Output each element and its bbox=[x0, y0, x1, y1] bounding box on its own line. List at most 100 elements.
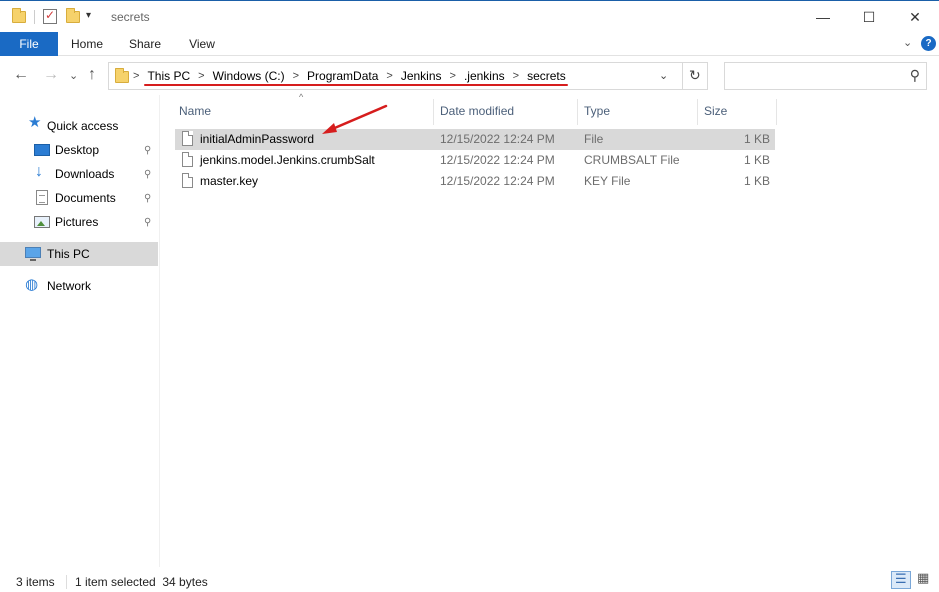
file-list: ^ Name Date modified Type Size initialAd… bbox=[161, 92, 939, 567]
breadcrumb-jenkins[interactable]: Jenkins bbox=[401, 69, 442, 83]
status-bar: 3 items 1 item selected 34 bytes bbox=[0, 567, 939, 592]
file-name: jenkins.model.Jenkins.crumbSalt bbox=[200, 153, 375, 167]
file-date: 12/15/2022 12:24 PM bbox=[440, 153, 555, 167]
column-divider[interactable] bbox=[577, 99, 578, 125]
sidebar-item-network[interactable]: ◍ Network bbox=[0, 274, 158, 298]
customize-quick-access-icon[interactable]: ▾ bbox=[86, 10, 91, 21]
file-type: CRUMBSALT File bbox=[584, 153, 680, 167]
chevron-right-icon[interactable]: > bbox=[513, 70, 519, 82]
divider bbox=[66, 575, 67, 589]
sidebar-item-label: Pictures bbox=[55, 215, 99, 229]
file-date: 12/15/2022 12:24 PM bbox=[440, 174, 555, 188]
minimize-button[interactable]: — bbox=[800, 1, 846, 33]
pin-icon[interactable]: ⚲ bbox=[144, 193, 151, 204]
refresh-icon[interactable]: ↻ bbox=[689, 67, 701, 84]
sidebar-item-label: Network bbox=[47, 279, 92, 293]
table-row[interactable]: master.key 12/15/2022 12:24 PM KEY File … bbox=[175, 171, 775, 192]
breadcrumb-windows-c[interactable]: Windows (C:) bbox=[213, 69, 285, 83]
annotation-underline bbox=[144, 84, 568, 86]
pin-icon[interactable]: ⚲ bbox=[144, 217, 151, 228]
breadcrumb-programdata[interactable]: ProgramData bbox=[307, 69, 378, 83]
sidebar-item-downloads[interactable]: ↓ Downloads ⚲ bbox=[0, 162, 158, 186]
back-icon[interactable]: ← bbox=[13, 66, 29, 84]
chevron-right-icon[interactable]: > bbox=[293, 70, 299, 82]
breadcrumb-secrets[interactable]: secrets bbox=[527, 69, 566, 83]
forward-icon[interactable]: → bbox=[43, 66, 59, 84]
tab-home[interactable]: Home bbox=[64, 32, 110, 56]
sidebar-item-desktop[interactable]: Desktop ⚲ bbox=[0, 138, 158, 162]
pictures-icon bbox=[34, 216, 50, 228]
network-icon: ◍ bbox=[25, 276, 39, 293]
column-header-size[interactable]: Size bbox=[704, 99, 727, 123]
breadcrumb: > This PC > Windows (C:) > ProgramData >… bbox=[133, 69, 566, 83]
pin-icon[interactable]: ⚲ bbox=[144, 169, 151, 180]
close-button[interactable]: ✕ bbox=[892, 1, 938, 33]
column-header-name[interactable]: Name bbox=[179, 99, 211, 123]
sidebar-item-label: Documents bbox=[55, 191, 116, 205]
ribbon: File Home Share View ⌄ ? bbox=[0, 32, 939, 56]
file-type: File bbox=[584, 132, 604, 146]
tab-file[interactable]: File bbox=[0, 32, 58, 56]
chevron-right-icon: > bbox=[133, 70, 140, 82]
sidebar-item-pictures[interactable]: Pictures ⚲ bbox=[0, 210, 158, 234]
file-icon bbox=[182, 131, 193, 146]
navigation-bar: ← → ⌄ ↑ > This PC > Windows (C:) > Progr… bbox=[0, 57, 939, 95]
maximize-button[interactable]: ☐ bbox=[846, 1, 892, 33]
tab-view[interactable]: View bbox=[180, 32, 224, 56]
file-size: 1 KB bbox=[743, 132, 770, 146]
breadcrumb-dot-jenkins[interactable]: .jenkins bbox=[464, 69, 505, 83]
chevron-right-icon[interactable]: > bbox=[198, 70, 204, 82]
title-bar: ▾ secrets — ☐ ✕ bbox=[0, 0, 939, 32]
selection-info: 1 item selected 34 bytes bbox=[75, 575, 208, 589]
sidebar-item-this-pc[interactable]: This PC bbox=[0, 242, 158, 266]
breadcrumb-this-pc[interactable]: This PC bbox=[147, 69, 190, 83]
recent-locations-icon[interactable]: ⌄ bbox=[69, 69, 78, 82]
divider bbox=[34, 10, 35, 24]
divider bbox=[682, 63, 683, 89]
sidebar-item-label: Downloads bbox=[55, 167, 115, 181]
search-icon[interactable]: ⚲ bbox=[910, 67, 920, 84]
navigation-pane: ★ Quick access Desktop ⚲ ↓ Downloads ⚲ D… bbox=[0, 95, 160, 567]
column-divider[interactable] bbox=[433, 99, 434, 125]
documents-icon bbox=[36, 190, 48, 205]
sidebar-item-label: This PC bbox=[47, 247, 90, 261]
window-title: secrets bbox=[111, 10, 150, 24]
chevron-right-icon[interactable]: > bbox=[386, 70, 392, 82]
file-size: 1 KB bbox=[743, 153, 770, 167]
large-icons-view-icon[interactable] bbox=[914, 570, 934, 589]
this-pc-icon bbox=[25, 247, 41, 261]
expand-ribbon-icon[interactable]: ⌄ bbox=[903, 36, 912, 49]
download-icon: ↓ bbox=[35, 163, 43, 180]
column-header-type[interactable]: Type bbox=[584, 99, 610, 123]
desktop-icon bbox=[34, 144, 50, 156]
sort-ascending-icon: ^ bbox=[299, 92, 304, 102]
properties-icon[interactable] bbox=[43, 8, 57, 24]
item-count: 3 items bbox=[16, 575, 55, 589]
column-header-date-modified[interactable]: Date modified bbox=[440, 99, 514, 123]
tab-share[interactable]: Share bbox=[122, 32, 168, 56]
sidebar-item-label: Quick access bbox=[47, 119, 119, 133]
file-type: KEY File bbox=[584, 174, 631, 188]
star-icon: ★ bbox=[28, 114, 42, 131]
details-view-icon[interactable] bbox=[891, 571, 911, 589]
file-icon bbox=[182, 152, 193, 167]
up-icon[interactable]: ↑ bbox=[88, 66, 96, 84]
chevron-right-icon[interactable]: > bbox=[450, 70, 456, 82]
search-input[interactable]: ⚲ bbox=[724, 62, 927, 90]
file-name: master.key bbox=[200, 174, 259, 188]
chevron-down-icon[interactable]: ⌄ bbox=[659, 69, 668, 82]
file-size: 1 KB bbox=[743, 174, 770, 188]
table-row[interactable]: initialAdminPassword 12/15/2022 12:24 PM… bbox=[175, 129, 775, 150]
table-row[interactable]: jenkins.model.Jenkins.crumbSalt 12/15/20… bbox=[175, 150, 775, 171]
sidebar-item-documents[interactable]: Documents ⚲ bbox=[0, 186, 158, 210]
file-icon bbox=[182, 173, 193, 188]
column-divider[interactable] bbox=[776, 99, 777, 125]
pin-icon[interactable]: ⚲ bbox=[144, 145, 151, 156]
column-divider[interactable] bbox=[697, 99, 698, 125]
file-date: 12/15/2022 12:24 PM bbox=[440, 132, 555, 146]
sidebar-item-quick-access[interactable]: ★ Quick access bbox=[0, 114, 158, 138]
sidebar-item-label: Desktop bbox=[55, 143, 100, 157]
folder-icon bbox=[115, 68, 129, 83]
file-name: initialAdminPassword bbox=[200, 132, 315, 146]
help-icon[interactable]: ? bbox=[921, 36, 936, 51]
